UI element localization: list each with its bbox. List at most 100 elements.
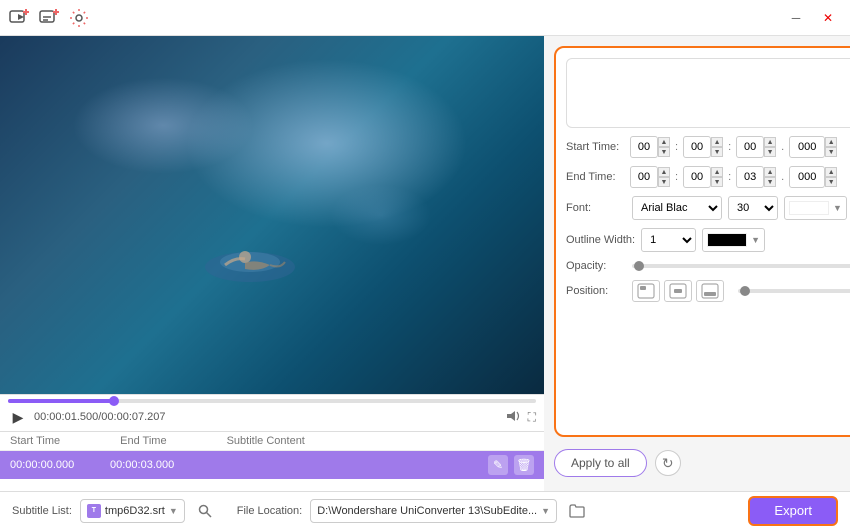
start-hour-up[interactable]: ▲	[658, 137, 670, 147]
position-thumb	[740, 286, 750, 296]
folder-browse-button[interactable]	[565, 499, 589, 523]
start-time-row: Start Time: ▲ ▼ : ▲ ▼ :	[566, 136, 850, 158]
font-row: Font: Arial Blac 30 ▼ B I U	[566, 196, 850, 220]
outline-label: Outline Width:	[566, 234, 635, 246]
start-hour-spinner: ▲ ▼	[658, 137, 670, 157]
controls-bar: ▶ 00:00:01.500/00:00:07.207 ⛶	[0, 394, 544, 431]
bottom-bar: Subtitle List: T tmp6D32.srt ▼ File Loca…	[0, 491, 850, 529]
start-ms-up[interactable]: ▲	[825, 137, 837, 147]
time-display: 00:00:01.500/00:00:07.207	[34, 411, 166, 423]
fullscreen-button[interactable]: ⛶	[528, 410, 536, 425]
row-start-time: 00:00:00.000	[10, 459, 110, 471]
end-hour-down[interactable]: ▼	[658, 177, 670, 187]
position-slider[interactable]	[738, 289, 850, 293]
start-second-input[interactable]	[736, 136, 764, 158]
srt-file-icon: T	[87, 504, 101, 518]
font-size-select[interactable]: 30	[728, 196, 778, 220]
position-label: Position:	[566, 285, 626, 297]
video-clouds	[0, 36, 544, 394]
play-button[interactable]: ▶	[8, 407, 28, 427]
start-hour-input[interactable]	[630, 136, 658, 158]
opacity-slider[interactable]	[632, 264, 850, 268]
end-m-input-group: ▲ ▼	[683, 166, 723, 188]
end-ms-input-group: ▲ ▼	[789, 166, 837, 188]
start-ms-down[interactable]: ▼	[825, 147, 837, 157]
end-sec-up[interactable]: ▲	[764, 167, 776, 177]
start-time-label: Start Time:	[566, 141, 626, 153]
file-path-text: D:\Wondershare UniConverter 13\SubEdite.…	[317, 505, 537, 517]
position-top-left-button[interactable]	[632, 280, 660, 302]
subtitle-list-label: Subtitle List:	[12, 505, 72, 517]
minimize-button[interactable]: ─	[782, 8, 810, 28]
start-sec-up[interactable]: ▲	[764, 137, 776, 147]
start-s-input-group: ▲ ▼	[736, 136, 776, 158]
refresh-button[interactable]: ↻	[655, 450, 681, 476]
add-video-icon[interactable]	[8, 7, 30, 29]
volume-icon[interactable]	[506, 410, 522, 425]
start-sec-down[interactable]: ▼	[764, 147, 776, 157]
apply-row: Apply to all ↻	[554, 445, 850, 481]
end-hour-up[interactable]: ▲	[658, 167, 670, 177]
end-minute-spinner: ▲ ▼	[711, 167, 723, 187]
start-minute-spinner: ▲ ▼	[711, 137, 723, 157]
subtitle-list-panel: Start Time End Time Subtitle Content 00:…	[0, 431, 544, 491]
start-ms-spinner: ▲ ▼	[825, 137, 837, 157]
swimmer-graphic	[190, 237, 310, 287]
outline-color-select[interactable]: ▼	[702, 228, 765, 252]
opacity-thumb	[634, 261, 644, 271]
col-start-time: Start Time	[10, 435, 60, 447]
start-h-input-group: ▲ ▼	[630, 136, 670, 158]
font-color-swatch	[789, 201, 829, 215]
video-background	[0, 36, 544, 394]
subtitle-search-button[interactable]	[193, 499, 217, 523]
settings-icon[interactable]	[68, 7, 90, 29]
outline-row: Outline Width: 1 ▼	[566, 228, 850, 252]
start-hour-down[interactable]: ▼	[658, 147, 670, 157]
outline-width-select[interactable]: 1	[641, 228, 696, 252]
subtitle-table-header: Start Time End Time Subtitle Content	[0, 432, 544, 451]
font-color-select[interactable]: ▼	[784, 196, 847, 220]
playback-controls: ▶ 00:00:01.500/00:00:07.207 ⛶	[8, 407, 536, 427]
opacity-row: Opacity: 0/100	[566, 260, 850, 272]
progress-thumb	[109, 396, 119, 406]
titlebar-left	[8, 7, 90, 29]
progress-bar[interactable]	[8, 399, 536, 403]
end-minute-input[interactable]	[683, 166, 711, 188]
start-m-input-group: ▲ ▼	[683, 136, 723, 158]
subtitle-file-select[interactable]: T tmp6D32.srt ▼	[80, 499, 185, 523]
subtitle-text-input[interactable]	[566, 58, 850, 128]
table-row[interactable]: 00:00:00.000 00:00:03.000 ✎ 🗑	[0, 451, 544, 479]
file-path-chevron: ▼	[541, 506, 550, 516]
subtitle-edit-panel: Start Time: ▲ ▼ : ▲ ▼ :	[554, 46, 850, 437]
outline-color-swatch	[707, 233, 747, 247]
export-button[interactable]: Export	[748, 496, 838, 526]
end-ms-up[interactable]: ▲	[825, 167, 837, 177]
position-center-button[interactable]	[664, 280, 692, 302]
start-minute-input[interactable]	[683, 136, 711, 158]
edit-subtitle-button[interactable]: ✎	[488, 455, 508, 475]
end-ms-down[interactable]: ▼	[825, 177, 837, 187]
start-min-down[interactable]: ▼	[711, 147, 723, 157]
end-min-up[interactable]: ▲	[711, 167, 723, 177]
end-min-down[interactable]: ▼	[711, 177, 723, 187]
end-sec-down[interactable]: ▼	[764, 177, 776, 187]
apply-to-all-button[interactable]: Apply to all	[554, 449, 647, 477]
start-min-up[interactable]: ▲	[711, 137, 723, 147]
col-content: Subtitle Content	[227, 435, 305, 447]
outline-color-chevron: ▼	[751, 235, 760, 245]
start-ms-input[interactable]	[789, 136, 825, 158]
row-end-time: 00:00:03.000	[110, 459, 210, 471]
delete-subtitle-button[interactable]: 🗑	[514, 455, 534, 475]
end-time-label: End Time:	[566, 171, 626, 183]
end-hour-input[interactable]	[630, 166, 658, 188]
file-path-select[interactable]: D:\Wondershare UniConverter 13\SubEdite.…	[310, 499, 557, 523]
video-area: ▶ 00:00:01.500/00:00:07.207 ⛶ Start Time…	[0, 36, 544, 491]
end-ms-input[interactable]	[789, 166, 825, 188]
close-button[interactable]: ✕	[814, 8, 842, 28]
right-panel: Start Time: ▲ ▼ : ▲ ▼ :	[544, 36, 850, 491]
font-family-select[interactable]: Arial Blac	[632, 196, 722, 220]
end-second-input[interactable]	[736, 166, 764, 188]
add-subtitle-icon[interactable]	[38, 7, 60, 29]
subtitle-file-name: tmp6D32.srt	[105, 505, 165, 517]
position-bottom-button[interactable]	[696, 280, 724, 302]
